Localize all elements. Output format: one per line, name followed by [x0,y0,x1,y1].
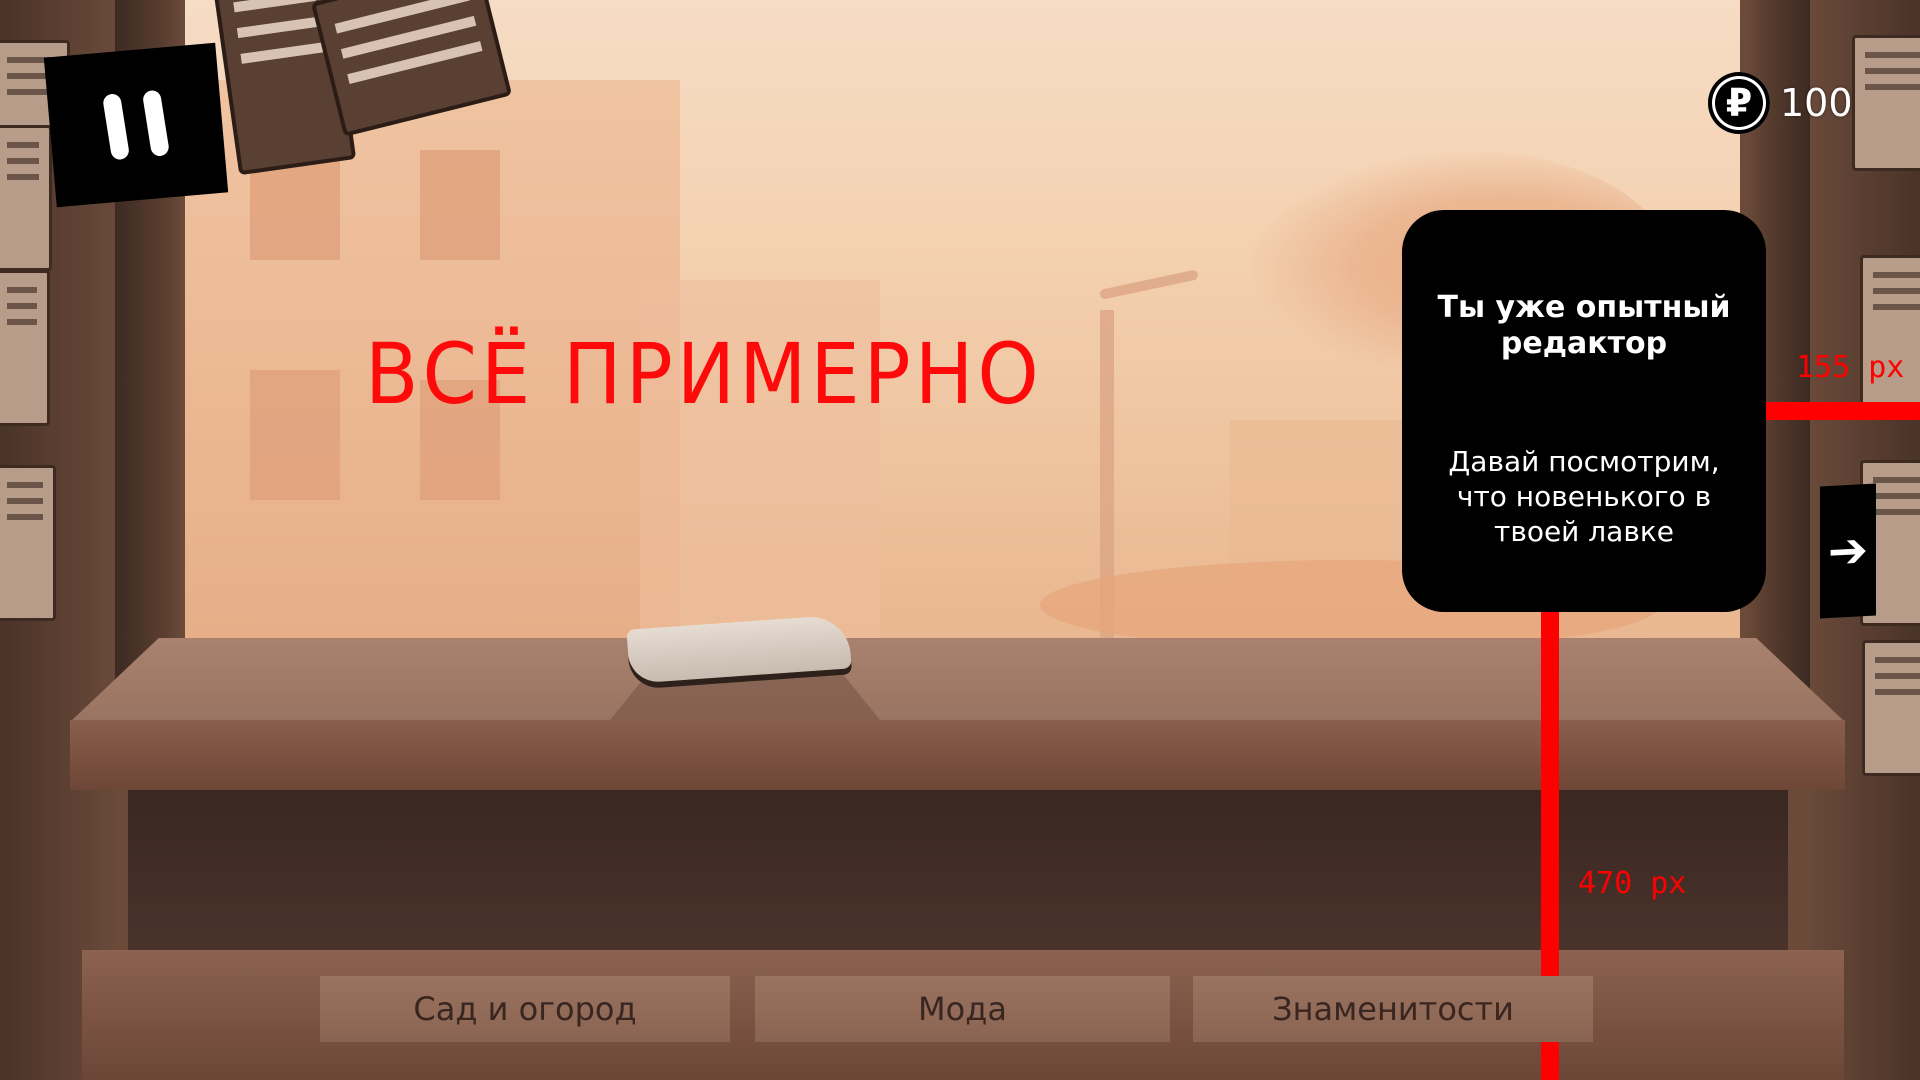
category-tab-fashion[interactable]: Мода [755,976,1170,1042]
dialog-box: Ты уже опытный редактор Давай посмотрим,… [1402,210,1766,612]
rating-text: ВСЁ ПРИМЕРНО [365,326,1043,424]
pause-icon [141,89,170,158]
dialog-body: Давай посмотрим, что новенького в твоей … [1448,445,1720,548]
pause-icon [102,92,131,161]
guide-line-horizontal [1766,402,1920,420]
building-window [420,150,500,260]
dialog-title: Ты уже опытный редактор [1437,290,1731,361]
currency-amount: 100 [1780,81,1853,125]
magazine-icon [1860,255,1920,411]
magazine-icon [1862,640,1920,776]
pause-button[interactable] [43,42,229,208]
counter-body [128,790,1788,950]
game-scene: ₽ 100 ВСЁ ПРИМЕРНО Ты уже опытный редакт… [0,0,1920,1080]
next-button[interactable]: ➔ [1820,483,1876,619]
magazine-icon [1852,35,1920,171]
window-sill [70,638,1845,722]
category-tab-celebrities[interactable]: Знаменитости [1193,976,1593,1042]
building-window [250,370,340,500]
ruble-coin-icon: ₽ [1708,72,1770,134]
category-tab-garden[interactable]: Сад и огород [320,976,730,1042]
guide-label-vertical: 470 px [1578,866,1687,901]
magazine-icon [0,465,56,621]
arrow-right-icon: ➔ [1827,521,1869,581]
magazine-icon [0,270,50,426]
guide-label-horizontal: 155 px [1796,350,1905,385]
magazine-icon [0,125,52,271]
counter-top [70,720,1845,790]
currency-display: ₽ 100 [1708,70,1853,136]
